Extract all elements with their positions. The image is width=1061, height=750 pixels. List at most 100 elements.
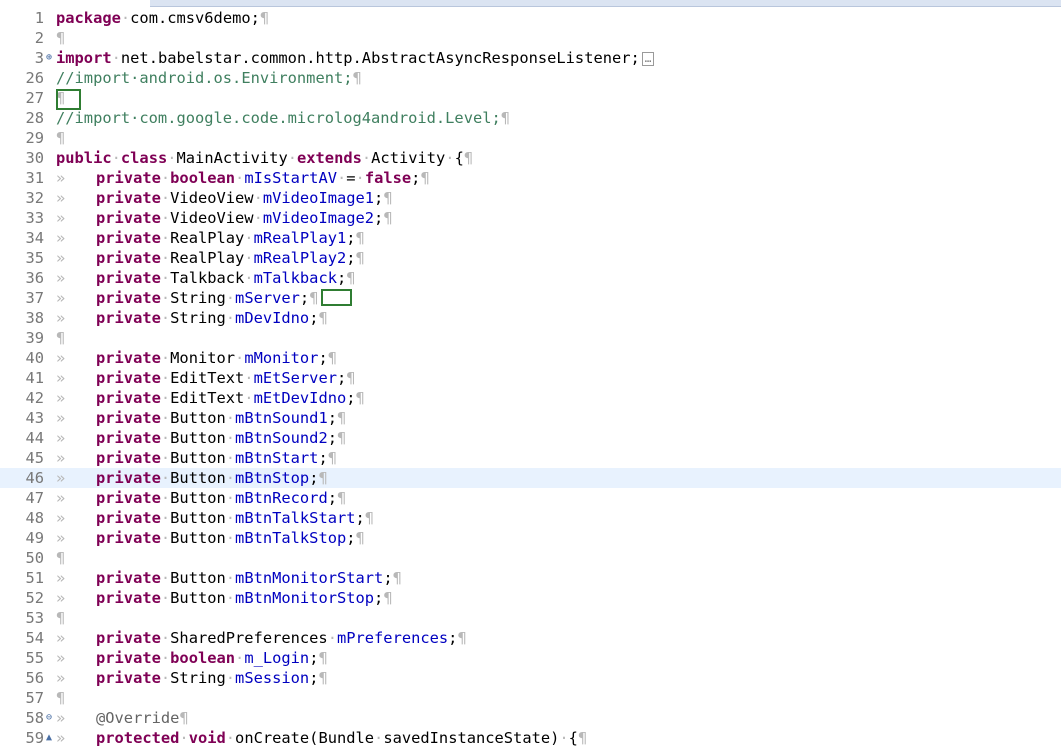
code-content: ¶	[56, 688, 65, 708]
comment: //import·com.google.code.microlog4androi…	[56, 109, 501, 127]
code-line[interactable]: 27 ¶	[0, 88, 1061, 108]
field-name: mBtnTalkStop	[235, 529, 347, 547]
code-line[interactable]: 59 ▲» protected·void·onCreate(Bundle·saved…	[0, 728, 1061, 748]
whitespace-marker: ·	[160, 409, 171, 427]
code-line[interactable]: 57 ¶	[0, 688, 1061, 708]
line-number: 49	[25, 529, 44, 547]
tab-marker: »	[56, 189, 66, 207]
override-marker-icon[interactable]: ▲	[44, 728, 54, 748]
pilcrow-marker: ¶	[355, 229, 365, 247]
line-number: 57	[25, 689, 44, 707]
line-number: 58	[25, 709, 44, 727]
code-line[interactable]: 34» private·RealPlay·mRealPlay1;¶	[0, 228, 1061, 248]
keyword: private	[96, 569, 161, 587]
field-name: mBtnMonitorStart	[235, 569, 384, 587]
code-line[interactable]: 29 ¶	[0, 128, 1061, 148]
tab-marker: »	[56, 529, 66, 547]
line-number: 50	[25, 549, 44, 567]
pilcrow-marker: ¶	[420, 169, 430, 187]
line-number: 52	[25, 589, 44, 607]
whitespace-marker: ·	[253, 209, 263, 227]
pilcrow-marker: ¶	[327, 349, 338, 367]
keyword: void	[188, 729, 226, 747]
collapsed-import-icon[interactable]: …	[641, 51, 655, 66]
code-line[interactable]: 42» private·EditText·mEtDevIdno;¶	[0, 388, 1061, 408]
field-name: mMonitor	[244, 349, 319, 367]
code-line[interactable]: 2 ¶	[0, 28, 1061, 48]
code-line[interactable]: 48» private·Button·mBtnTalkStart;¶	[0, 508, 1061, 528]
pilcrow-marker: ¶	[457, 629, 467, 647]
code-line[interactable]: 28 //import·com.google.code.microlog4andr…	[0, 108, 1061, 128]
code-line[interactable]: 40» private·Monitor·mMonitor;¶	[0, 348, 1061, 368]
code-line[interactable]: 35» private·RealPlay·mRealPlay2;¶	[0, 248, 1061, 268]
code-text: EditText	[170, 369, 245, 387]
whitespace-marker: ·	[160, 229, 171, 247]
code-line[interactable]: 32» private·VideoView·mVideoImage1;¶	[0, 188, 1061, 208]
line-number: 46	[25, 469, 44, 487]
code-line[interactable]: 43» private·Button·mBtnSound1;¶	[0, 408, 1061, 428]
code-line[interactable]: 31» private·boolean·mIsStartAV·=·false;¶	[0, 168, 1061, 188]
line-number: 40	[25, 349, 44, 367]
whitespace-marker: ·	[374, 729, 384, 747]
field-name: mVideoImage1	[262, 189, 375, 207]
pilcrow-marker: ¶	[577, 729, 588, 747]
whitespace-marker: ·	[160, 349, 171, 367]
line-number: 34	[25, 229, 44, 247]
code-line[interactable]: 44» private·Button·mBtnSound2;¶	[0, 428, 1061, 448]
code-line[interactable]: 46 » private·Button·mBtnStop;¶	[0, 468, 1061, 488]
fold-collapse-icon[interactable]: ⊖	[44, 708, 54, 728]
code-text: String	[170, 289, 226, 307]
field-name: mBtnStop	[235, 469, 310, 487]
code-line[interactable]: 49» private·Button·mBtnTalkStop;¶	[0, 528, 1061, 548]
code-line[interactable]: 51» private·Button·mBtnMonitorStart;¶	[0, 568, 1061, 588]
tab-marker: »	[56, 509, 66, 527]
code-line[interactable]: 58 ⊖» @Override¶	[0, 708, 1061, 728]
code-line[interactable]: 41» private·EditText·mEtServer;¶	[0, 368, 1061, 388]
line-number: 28	[25, 109, 44, 127]
code-content: » private·VideoView·mVideoImage1;¶	[56, 188, 393, 208]
code-line[interactable]: 3 ⊕ import·net.babelstar.common.http.Abstr…	[0, 48, 1061, 68]
field-name: mBtnRecord	[235, 489, 328, 507]
whitespace-marker: ·	[253, 189, 263, 207]
field-name: mDevIdno	[235, 309, 310, 327]
code-content: public·class·MainActivity·extends·Activi…	[56, 148, 473, 168]
whitespace-marker: ·	[160, 569, 171, 587]
keyword: private	[96, 429, 161, 447]
code-line[interactable]: 30 public·class·MainActivity·extends·Acti…	[0, 148, 1061, 168]
code-text: Talkback	[170, 269, 245, 287]
code-line[interactable]: 26 //import·android.os.Environment;¶	[0, 68, 1061, 88]
keyword: private	[96, 669, 161, 687]
code-content: » private·Button·mBtnStop;¶	[56, 468, 328, 488]
code-text: Button	[170, 409, 226, 427]
code-line[interactable]: 45» private·Button·mBtnStart;¶	[0, 448, 1061, 468]
code-line[interactable]: 50 ¶	[0, 548, 1061, 568]
code-line[interactable]: 54» private·SharedPreferences·mPreference…	[0, 628, 1061, 648]
code-line[interactable]: 39 ¶	[0, 328, 1061, 348]
code-line[interactable]: 37» private·String·mServer;¶	[0, 288, 1061, 308]
code-line[interactable]: 47» private·Button·mBtnRecord;¶	[0, 488, 1061, 508]
tab-marker: »	[56, 589, 66, 607]
whitespace-marker: ·	[225, 489, 236, 507]
tab-marker: »	[56, 369, 66, 387]
code-line[interactable]: 55» private·boolean·m_Login;¶	[0, 648, 1061, 668]
code-line[interactable]: 36» private·Talkback·mTalkback;¶	[0, 268, 1061, 288]
code-line[interactable]: 56» private·String·mSession;¶	[0, 668, 1061, 688]
fold-expand-icon[interactable]: ⊕	[44, 48, 54, 68]
pilcrow-marker: ¶	[346, 269, 356, 287]
code-line[interactable]: 1 package·com.cmsv6demo;¶	[0, 8, 1061, 28]
code-line[interactable]: 38» private·String·mDevIdno;¶	[0, 308, 1061, 328]
code-text: ;	[299, 289, 310, 307]
code-line[interactable]: 33» private·VideoView·mVideoImage2;¶	[0, 208, 1061, 228]
whitespace-marker: ·	[160, 209, 171, 227]
tab-marker: »	[56, 569, 66, 587]
code-line[interactable]: 52» private·Button·mBtnMonitorStop;¶	[0, 588, 1061, 608]
field-name: mSession	[235, 669, 310, 687]
whitespace-marker: ·	[160, 669, 171, 687]
keyword: private	[96, 389, 161, 407]
code-line[interactable]: 53 ¶	[0, 608, 1061, 628]
whitespace-marker: ·	[120, 9, 131, 27]
code-content: package·com.cmsv6demo;¶	[56, 8, 269, 28]
code-editor[interactable]: 1 package·com.cmsv6demo;¶ 2 ¶ 3 ⊕ import·net.b…	[0, 8, 1061, 748]
pilcrow-marker: ¶	[383, 189, 393, 207]
line-number: 56	[25, 669, 44, 687]
